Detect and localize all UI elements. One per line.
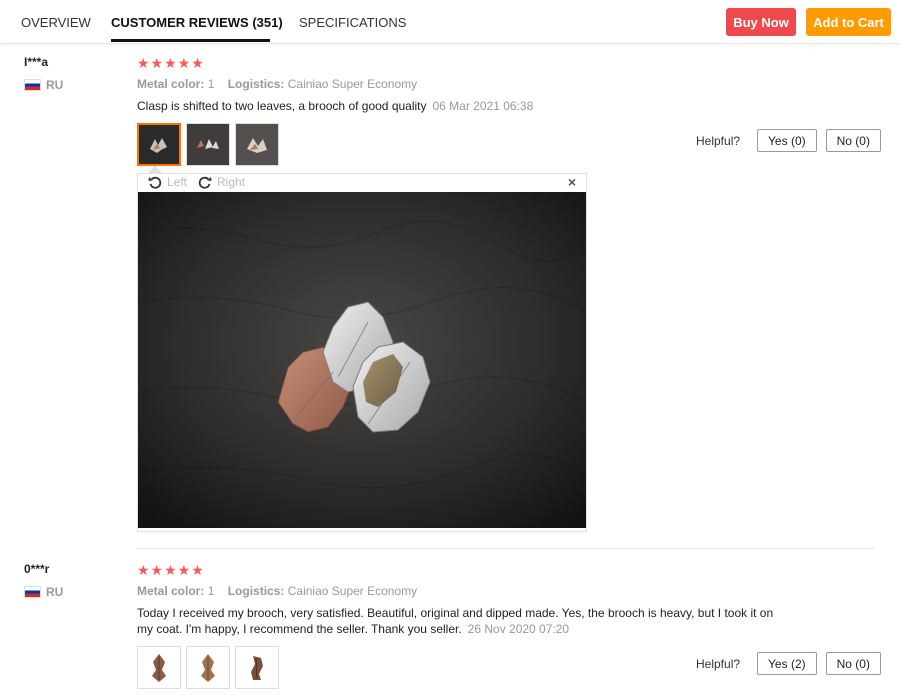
review-text: Today I received my brooch, very satisfi… [137,605,787,637]
viewer-pointer [148,166,162,173]
review-photo-thumbnails [137,123,279,166]
review-photo-large [138,192,586,528]
tab-customer-reviews[interactable]: CUSTOMER REVIEWS (351) [111,0,283,44]
review-photo-thumbnail[interactable] [235,646,279,689]
review-date: 06 Mar 2021 06:38 [432,99,534,113]
review-photo-thumbnail[interactable] [137,123,181,166]
rotate-left-label: Left [167,175,188,189]
review-photo-thumbnail[interactable] [235,123,279,166]
helpful-vote: Helpful? Yes (2) No (0) [696,652,881,675]
logistics-value: Cainiao Super Economy [287,77,418,91]
helpful-yes-button[interactable]: Yes (2) [757,652,817,675]
tab-specifications[interactable]: SPECIFICATIONS [299,0,406,44]
metal-color-value: 1 [207,77,215,91]
logistics-label: Logistics: [227,77,285,91]
helpful-yes-button[interactable]: Yes (0) [757,129,817,152]
review-body: Today I received my brooch, very satisfi… [137,606,774,636]
review-photo-thumbnail[interactable] [186,123,230,166]
review-body: Clasp is shifted to two leaves, a brooch… [137,99,427,113]
reviewer-country: RU [24,585,63,599]
reviewer-name: I***a [24,55,49,69]
tab-overview[interactable]: OVERVIEW [21,0,91,44]
review-date: 26 Nov 2020 07:20 [467,622,570,636]
viewer-toolbar: Left Right × [138,174,586,192]
review-photo-thumbnails [137,646,279,689]
rotate-right-button[interactable]: Right [198,175,245,189]
star-rating: ★★★★★ [137,55,205,71]
helpful-vote: Helpful? Yes (0) No (0) [696,129,881,152]
close-icon[interactable]: × [568,174,576,190]
country-code: RU [46,78,64,92]
review-photo-thumbnail[interactable] [137,646,181,689]
star-rating: ★★★★★ [137,562,205,578]
metal-color-label: Metal color: [137,584,205,598]
review-photo-thumbnail[interactable] [186,646,230,689]
product-tab-bar: OVERVIEW CUSTOMER REVIEWS (351) SPECIFIC… [0,0,900,44]
reviewer-country: RU [24,78,63,92]
russia-flag-icon [24,586,41,598]
review-properties: Metal color: 1 Logistics: Cainiao Super … [137,77,417,91]
rotate-left-button[interactable]: Left [148,175,187,189]
metal-color-value: 1 [207,584,215,598]
review-photo-viewer: Left Right × [137,173,587,532]
helpful-label: Helpful? [696,133,741,148]
rotate-right-icon [198,176,212,189]
helpful-no-button[interactable]: No (0) [825,652,881,675]
buy-now-button[interactable]: Buy Now [726,8,796,36]
logistics-label: Logistics: [227,584,285,598]
add-to-cart-button[interactable]: Add to Cart [806,8,891,36]
logistics-value: Cainiao Super Economy [287,584,418,598]
helpful-no-button[interactable]: No (0) [825,129,881,152]
reviewer-name: 0***r [24,562,50,576]
review-properties: Metal color: 1 Logistics: Cainiao Super … [137,584,417,598]
rotate-left-icon [148,176,162,189]
review-divider [137,548,875,549]
country-code: RU [46,585,64,599]
helpful-label: Helpful? [696,656,741,671]
russia-flag-icon [24,79,41,91]
metal-color-label: Metal color: [137,77,205,91]
review-text: Clasp is shifted to two leaves, a brooch… [137,98,837,114]
rotate-right-label: Right [217,175,246,189]
